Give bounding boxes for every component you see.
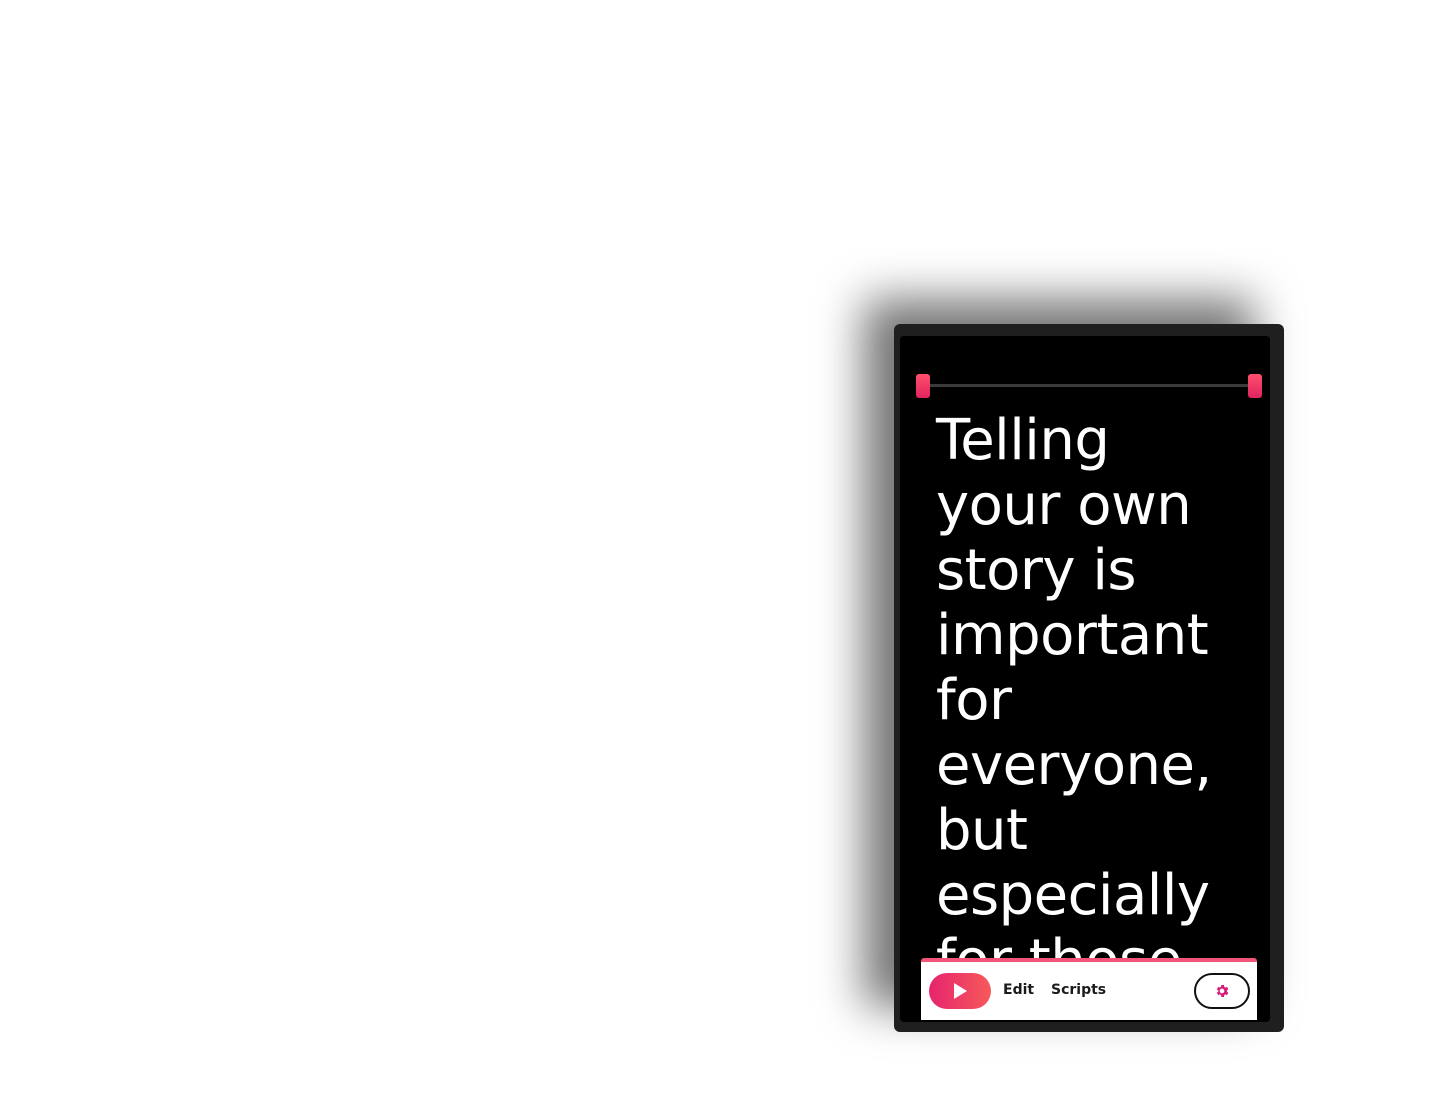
margin-track: [928, 384, 1254, 387]
settings-button[interactable]: [1194, 973, 1250, 1009]
right-margin-handle[interactable]: [1248, 374, 1262, 398]
bottom-toolbar: Edit Scripts: [921, 958, 1257, 1020]
prompter-screen: Telling your own story is important for …: [900, 336, 1270, 1022]
script-text: Telling your own story is important for …: [936, 408, 1212, 993]
play-button[interactable]: [929, 973, 991, 1009]
scripts-button[interactable]: Scripts: [1051, 982, 1106, 998]
gear-icon: [1216, 985, 1229, 997]
edit-button[interactable]: Edit: [1003, 982, 1034, 998]
play-icon: [954, 983, 967, 999]
left-margin-handle[interactable]: [916, 374, 930, 398]
teleprompter-device: Telling your own story is important for …: [894, 324, 1284, 1032]
